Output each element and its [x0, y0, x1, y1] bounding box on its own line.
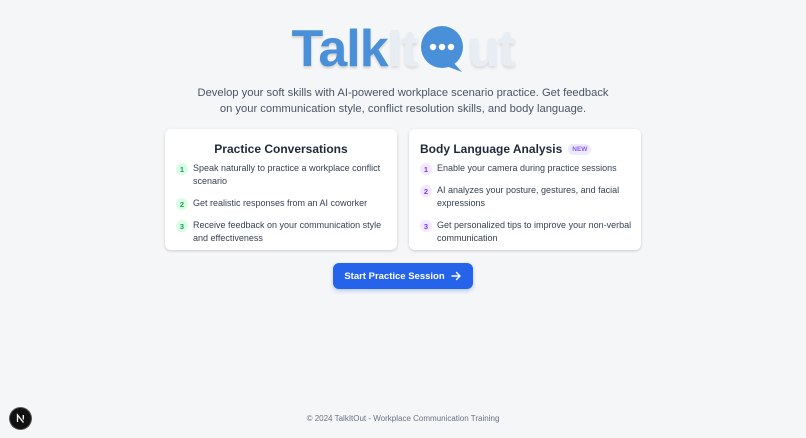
step-text: Receive feedback on your communication s…	[193, 220, 382, 243]
steps-list: 1 Speak naturally to practice a workplac…	[176, 162, 391, 254]
list-item: 1 Speak naturally to practice a workplac…	[176, 162, 391, 188]
nextjs-icon	[16, 413, 25, 423]
start-practice-session-label: Start Practice Session	[344, 270, 445, 282]
arrow-right-icon	[450, 271, 461, 281]
list-item: 2 AI analyzes your posture, gestures, an…	[420, 184, 635, 210]
list-item: 2 Get realistic responses from an AI cow…	[176, 197, 391, 210]
list-item: 1 Enable your camera during practice ses…	[420, 162, 635, 175]
start-practice-session-button[interactable]: Start Practice Session	[333, 263, 473, 289]
body-language-card: Body Language Analysis NEW 1 Enable your…	[409, 129, 641, 250]
card-title: Body Language Analysis	[420, 142, 563, 156]
steps-list: 1 Enable your camera during practice ses…	[420, 162, 635, 254]
logo-wordmark: Talk It ut	[291, 20, 515, 78]
step-text: Enable your camera during practice sessi…	[437, 163, 617, 173]
card-title-row: Body Language Analysis NEW	[420, 142, 592, 156]
list-item: 3 Get personalized tips to improve your …	[420, 219, 635, 245]
list-item: 3 Receive feedback on your communication…	[176, 219, 391, 245]
step-number: 2	[176, 198, 188, 210]
footer-text: © 2024 TalkItOut - Workplace Communicati…	[306, 414, 500, 423]
step-number: 3	[176, 220, 188, 232]
logo: Talk It ut	[0, 20, 806, 78]
logo-ut-text: ut	[467, 20, 515, 78]
tagline-line-1: Develop your soft skills with AI-powered…	[197, 87, 609, 99]
step-number: 1	[176, 163, 188, 175]
logo-it-text: It	[387, 20, 419, 78]
practice-conversations-card: Practice Conversations 1 Speak naturally…	[165, 129, 397, 250]
step-text: Speak naturally to practice a workplace …	[193, 163, 381, 186]
step-number: 2	[420, 185, 432, 197]
new-badge: NEW	[568, 143, 592, 155]
step-text: Get realistic responses from an AI cowor…	[193, 198, 368, 208]
step-number: 3	[420, 220, 432, 232]
step-text: AI analyzes your posture, gestures, and …	[437, 185, 620, 208]
card-title: Practice Conversations	[214, 142, 348, 156]
tagline: Develop your soft skills with AI-powered…	[0, 86, 806, 117]
tagline-line-2: on your communication style, conflict re…	[219, 102, 587, 115]
chat-bubble-icon	[421, 26, 464, 72]
step-text: Get personalized tips to improve your no…	[437, 220, 632, 243]
logo-talk-text: Talk	[291, 20, 388, 78]
nextjs-dev-button[interactable]	[10, 408, 31, 429]
step-number: 1	[420, 163, 432, 175]
